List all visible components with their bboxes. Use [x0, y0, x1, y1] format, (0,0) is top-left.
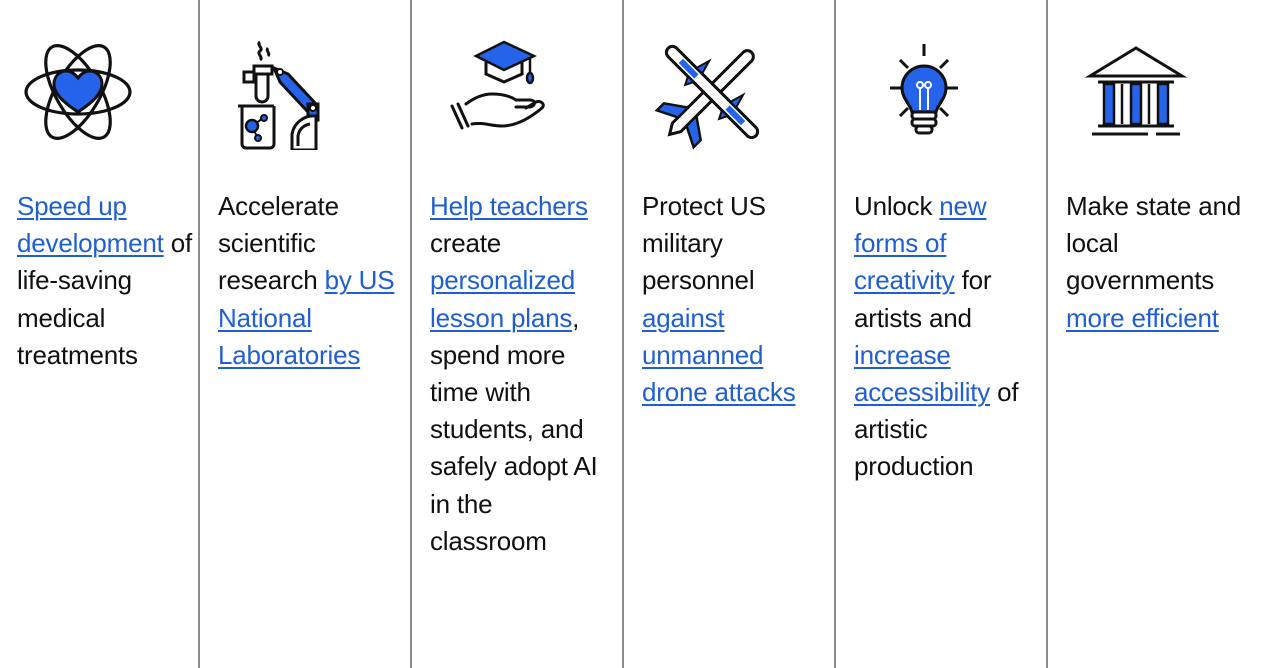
column-science: Accelerate scientific research by US Nat…	[198, 0, 410, 668]
text-segment: Make state and local governments	[1066, 191, 1241, 296]
link-personalized-lesson-plans[interactable]: personalized lesson plans	[430, 265, 575, 332]
column-defense: Protect US military personnel against un…	[622, 0, 834, 668]
atom-heart-icon	[20, 34, 136, 150]
text-segment: create	[430, 228, 502, 259]
lab-robot-arm-icon	[230, 34, 346, 150]
text-segment: Accelerate scientific research	[218, 191, 339, 296]
column-text: Help teachers create personalized lesson…	[430, 188, 610, 560]
link-help-teachers[interactable]: Help teachers	[430, 191, 588, 221]
column-text: Speed up development of life-saving medi…	[17, 188, 195, 374]
lightbulb-icon	[866, 34, 982, 150]
graduation-cap-hand-icon	[442, 34, 558, 150]
text-segment: Protect US military personnel	[642, 191, 766, 296]
link-more-efficient[interactable]: more efficient	[1066, 303, 1219, 333]
column-text: Protect US military personnel against un…	[642, 188, 822, 411]
government-building-icon	[1078, 34, 1194, 150]
link-speed-up-development[interactable]: Speed up development	[17, 191, 164, 258]
link-increase-accessibility[interactable]: increase accessibility	[854, 340, 990, 407]
use-case-grid: Speed up development of life-saving medi…	[0, 0, 1272, 668]
column-text: Unlock new forms of creativity for artis…	[854, 188, 1034, 486]
column-education: Help teachers create personalized lesson…	[410, 0, 622, 668]
column-government: Make state and local governments more ef…	[1046, 0, 1258, 668]
link-against-unmanned-drone-attacks[interactable]: against unmanned drone attacks	[642, 303, 796, 407]
drone-aircraft-icon	[654, 34, 770, 150]
column-creativity: Unlock new forms of creativity for artis…	[834, 0, 1046, 668]
column-text: Make state and local governments more ef…	[1066, 188, 1246, 337]
text-segment: , spend more time with students, and saf…	[430, 302, 598, 556]
column-medical: Speed up development of life-saving medi…	[0, 0, 198, 668]
text-segment: Unlock	[854, 191, 940, 221]
column-text: Accelerate scientific research by US Nat…	[218, 188, 398, 374]
